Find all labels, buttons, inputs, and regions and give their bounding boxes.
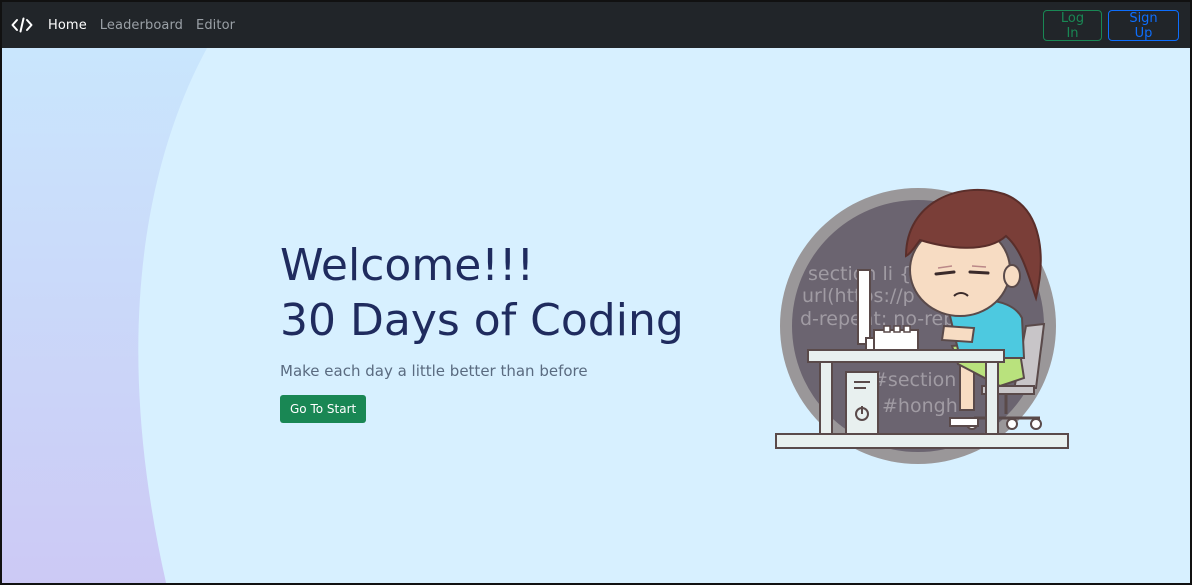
- go-to-start-button[interactable]: Go To Start: [280, 395, 367, 423]
- auth-buttons: Log In Sign Up: [1043, 10, 1179, 41]
- nav-links: Home Leaderboard Editor: [48, 18, 248, 33]
- brand-logo[interactable]: [2, 2, 42, 48]
- nav-link-home[interactable]: Home: [48, 18, 87, 33]
- nav-link-editor[interactable]: Editor: [196, 18, 235, 33]
- code-line: #hongh: [882, 395, 958, 417]
- hero-title: Welcome!!! 30 Days of Coding: [280, 238, 684, 348]
- code-line: #section: [872, 369, 956, 391]
- signup-button[interactable]: Sign Up: [1108, 10, 1179, 41]
- hero-title-line2: 30 Days of Coding: [280, 295, 684, 346]
- hero-subtitle: Make each day a little better than befor…: [280, 362, 588, 380]
- nav-link-leaderboard[interactable]: Leaderboard: [100, 18, 183, 33]
- code-icon: [11, 17, 33, 33]
- page: Home Leaderboard Editor Log In Sign Up W…: [0, 0, 1192, 585]
- coder-illustration: section li { url(https://p d-repeat: no-…: [775, 188, 1069, 464]
- login-button[interactable]: Log In: [1043, 10, 1102, 41]
- navbar: Home Leaderboard Editor Log In Sign Up: [2, 2, 1190, 48]
- hero-section: Welcome!!! 30 Days of Coding Make each d…: [280, 238, 684, 423]
- hero-title-line1: Welcome!!!: [280, 240, 535, 291]
